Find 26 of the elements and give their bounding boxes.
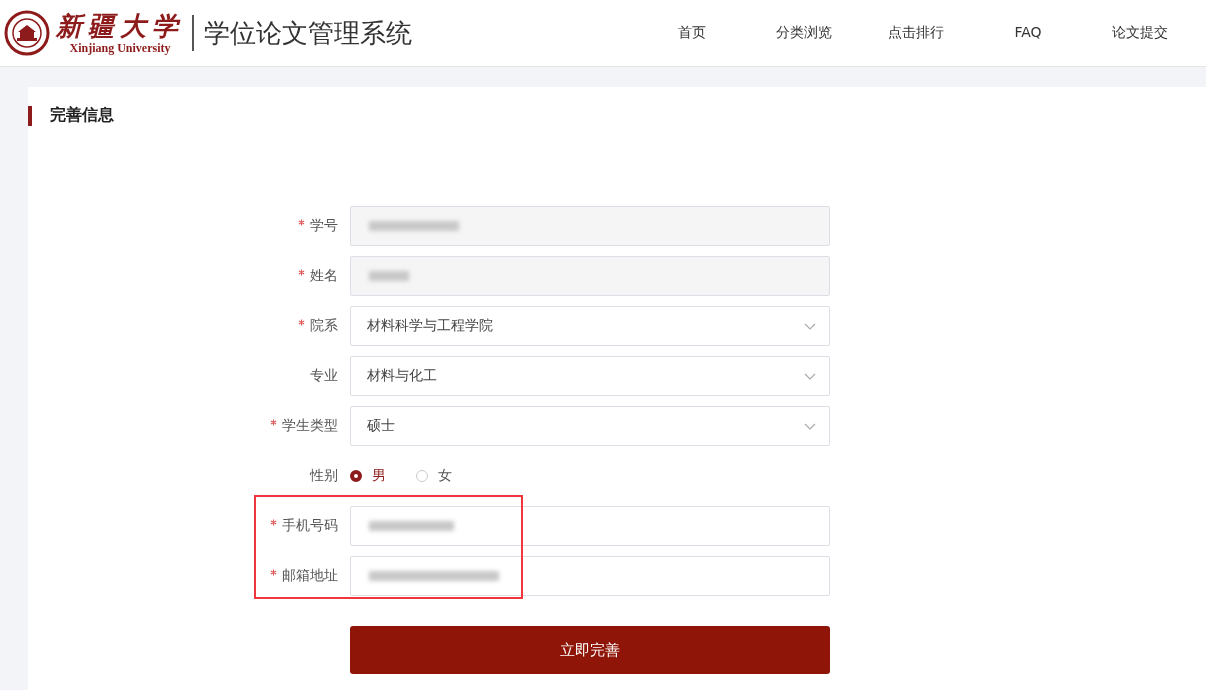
field-label: 姓名 — [28, 267, 350, 285]
section-title: 完善信息 — [50, 105, 114, 126]
field-label: 学生类型 — [28, 417, 350, 435]
nav-link[interactable]: 点击排行 — [860, 24, 972, 42]
select-field[interactable]: 硕士 — [350, 406, 830, 446]
field-label: 手机号码 — [28, 517, 350, 535]
nav-link[interactable]: 论文提交 — [1084, 24, 1196, 42]
university-name: 新疆大学 — [56, 10, 184, 41]
input-field[interactable] — [350, 556, 830, 596]
select-field[interactable]: 材料科学与工程学院 — [350, 306, 830, 346]
field-label: 邮箱地址 — [28, 567, 350, 585]
field-label: 学号 — [28, 217, 350, 235]
field-label: 专业 — [309, 367, 339, 385]
university-emblem-icon — [4, 10, 50, 56]
radio-option[interactable]: 女 — [416, 467, 452, 485]
university-name-english: Xinjiang University — [69, 40, 171, 56]
field-label: 性别 — [308, 467, 339, 485]
nav-link[interactable]: 首页 — [636, 24, 748, 42]
select-field[interactable]: 材料与化工 — [350, 356, 830, 396]
input-field[interactable] — [350, 506, 830, 546]
submit-button[interactable]: 立即完善 — [350, 626, 830, 674]
nav-link[interactable]: FAQ — [972, 24, 1084, 42]
system-title: 学位论文管理系统 — [204, 16, 412, 50]
field-label: 院系 — [28, 317, 350, 335]
radio-option[interactable]: 男 — [350, 467, 386, 485]
nav-link[interactable]: 分类浏览 — [748, 24, 860, 42]
